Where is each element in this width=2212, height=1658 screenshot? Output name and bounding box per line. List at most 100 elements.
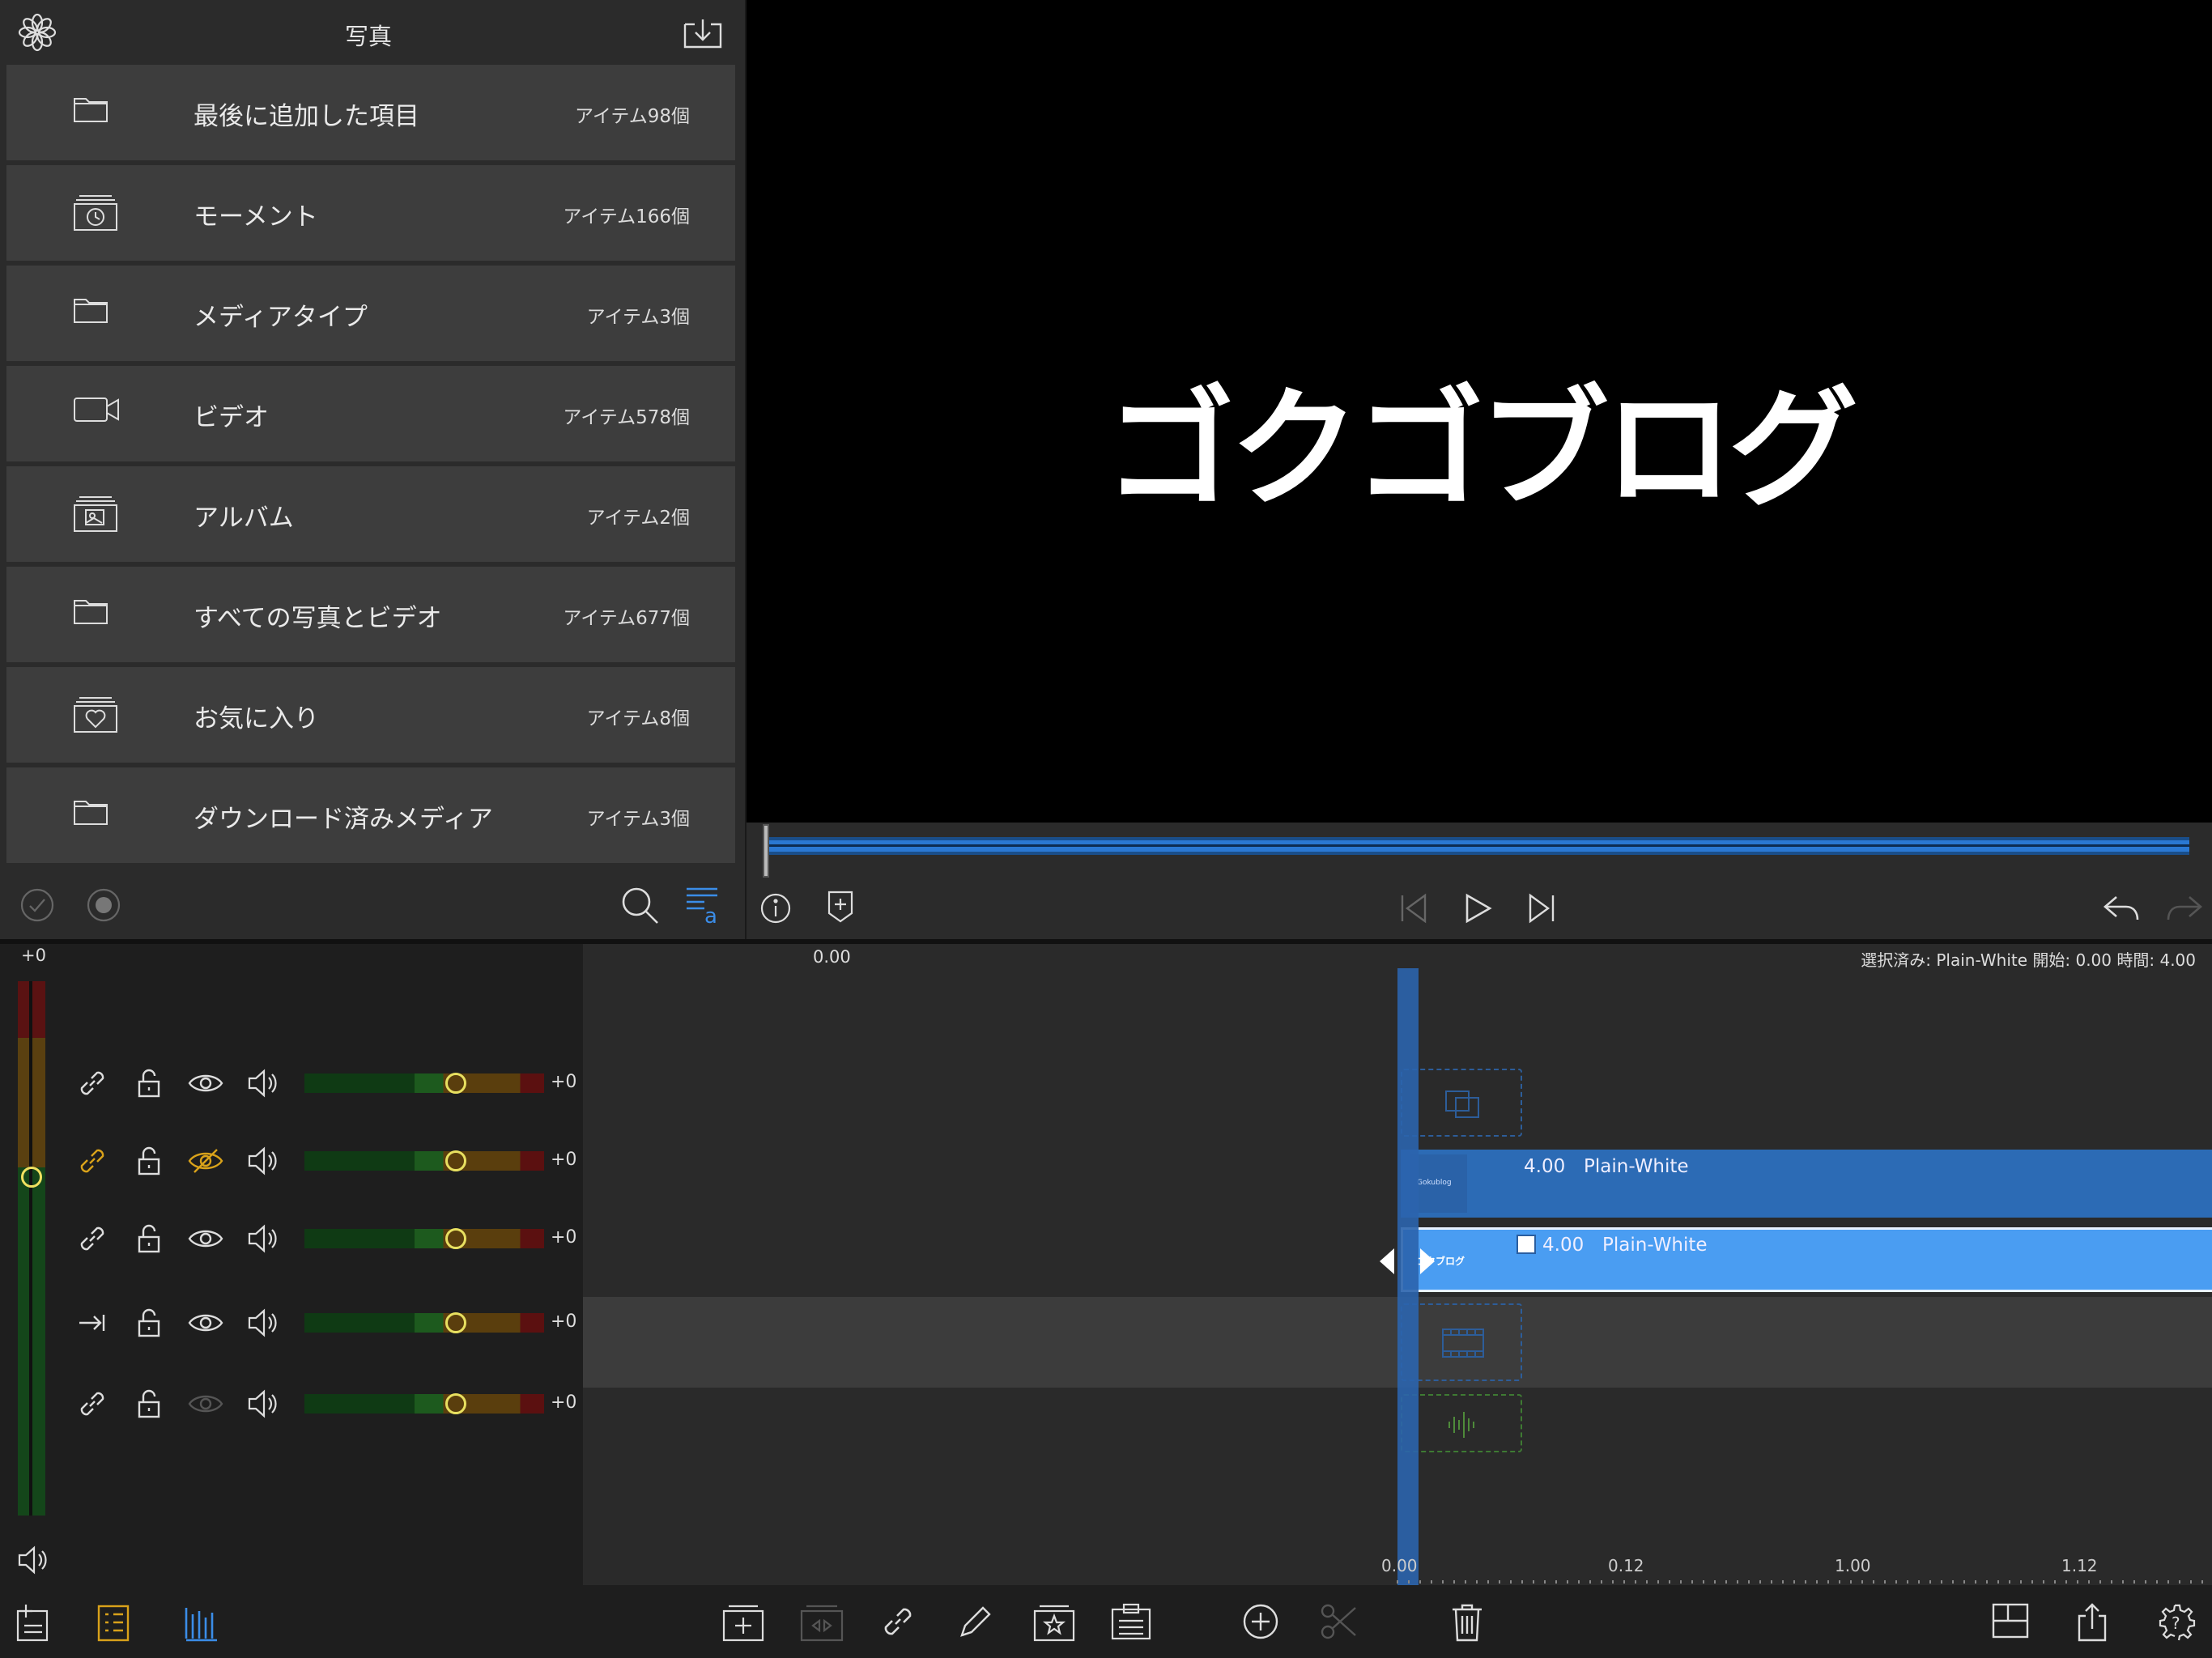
clipboard-icon[interactable]: [1111, 1603, 1151, 1643]
trim-handle-left-icon[interactable]: [1378, 1247, 1396, 1276]
speaker-icon[interactable]: [246, 1067, 279, 1099]
scrubber-playhead[interactable]: [763, 824, 769, 878]
track-volume-slider[interactable]: [304, 1073, 544, 1093]
media-item-count: アイテム578個: [563, 407, 690, 428]
media-list-item[interactable]: すべての写真とビデオ アイテム677個: [6, 567, 735, 662]
preview-title-text: ゴクゴブログ: [1104, 373, 1858, 525]
visibility-eye-icon[interactable]: [188, 1307, 223, 1339]
link-icon[interactable]: [76, 1388, 108, 1420]
share-icon[interactable]: [2076, 1603, 2116, 1643]
search-icon[interactable]: [620, 886, 661, 926]
track-volume-slider[interactable]: [304, 1394, 544, 1414]
media-list-item[interactable]: 最後に追加した項目 アイテム98個: [6, 65, 735, 160]
track-volume-knob[interactable]: [445, 1312, 466, 1333]
add-marker-icon[interactable]: [826, 891, 855, 923]
scrubber-bar[interactable]: [747, 823, 2212, 879]
visibility-eye-icon[interactable]: [188, 1067, 223, 1099]
svg-text:a: a: [704, 904, 717, 929]
scrubber-track[interactable]: [764, 837, 2189, 855]
media-list-item[interactable]: ビデオ アイテム578個: [6, 366, 735, 461]
visibility-eye-icon[interactable]: [188, 1145, 223, 1177]
album-icon: [73, 495, 128, 534]
track-list-icon[interactable]: [97, 1603, 138, 1643]
edit-pencil-icon[interactable]: [957, 1603, 998, 1643]
add-clip-icon[interactable]: [722, 1603, 764, 1643]
master-audio-meter[interactable]: [18, 981, 45, 1516]
layout-icon[interactable]: [1992, 1603, 2032, 1643]
media-item-label: ダウンロード済みメディア: [194, 805, 493, 834]
speaker-icon[interactable]: [246, 1388, 279, 1420]
audio-placeholder[interactable]: [1401, 1394, 1522, 1452]
media-item-count: アイテム2個: [586, 508, 690, 529]
track-volume-slider[interactable]: [304, 1229, 544, 1248]
track-volume-value: +0: [551, 1072, 577, 1092]
link-icon[interactable]: [76, 1067, 108, 1099]
timeline-playhead[interactable]: [1397, 968, 1419, 1585]
track-header-row: +0: [73, 1218, 583, 1258]
skip-to-end-icon[interactable]: [1527, 892, 1556, 925]
split-scissors-icon[interactable]: [1320, 1603, 1360, 1643]
master-volume-knob[interactable]: [21, 1167, 42, 1188]
media-list-item[interactable]: お気に入り アイテム8個: [6, 667, 735, 763]
new-project-icon[interactable]: [15, 1603, 55, 1643]
lock-icon[interactable]: [133, 1307, 165, 1339]
track-volume-knob[interactable]: [445, 1393, 466, 1414]
media-item-count: アイテム677個: [563, 608, 690, 629]
lock-icon[interactable]: [133, 1067, 165, 1099]
media-item-label: メディアタイプ: [194, 303, 368, 332]
transition-icon[interactable]: [800, 1603, 844, 1643]
speaker-icon[interactable]: [246, 1222, 279, 1255]
arrow-to-line-icon[interactable]: [76, 1307, 108, 1339]
trash-icon[interactable]: [1451, 1603, 1491, 1643]
overlay-placeholder[interactable]: [1401, 1069, 1522, 1137]
track-header-row: +0: [73, 1062, 583, 1103]
folder-icon: [73, 797, 128, 835]
import-download-icon[interactable]: [682, 16, 724, 50]
trim-handle-right-icon[interactable]: [1419, 1247, 1436, 1276]
track-volume-slider[interactable]: [304, 1313, 544, 1333]
undo-icon[interactable]: [2102, 894, 2141, 923]
visibility-eye-icon[interactable]: [188, 1222, 223, 1255]
visibility-eye-icon[interactable]: [188, 1388, 223, 1420]
track-volume-knob[interactable]: [445, 1228, 466, 1249]
media-list-item[interactable]: モーメント アイテム166個: [6, 165, 735, 261]
record-icon[interactable]: [86, 887, 121, 923]
folder-icon: [73, 295, 128, 334]
track-volume-knob[interactable]: [445, 1150, 466, 1171]
sort-text-icon[interactable]: a: [685, 886, 722, 929]
title-clip-plain-white-2-selected[interactable]: ゴクブログ 4.00 Plain-White: [1401, 1227, 2212, 1292]
master-volume-value: +0: [21, 946, 46, 965]
link-clip-icon[interactable]: [879, 1603, 920, 1643]
media-list-item[interactable]: アルバム アイテム2個: [6, 466, 735, 562]
timeline-area[interactable]: Gokublog 4.00 Plain-White ゴクブログ 4.00 Pla…: [583, 944, 2212, 1585]
clip-thumb-text: Gokublog: [1417, 1179, 1452, 1187]
media-list-item[interactable]: ダウンロード済みメディア アイテム3個: [6, 767, 735, 863]
track-header-row: +0: [73, 1140, 583, 1180]
info-icon[interactable]: [759, 892, 792, 925]
media-item-count: アイテム166個: [563, 206, 690, 227]
select-check-icon[interactable]: [19, 887, 55, 923]
master-speaker-icon[interactable]: [16, 1545, 49, 1575]
audio-meters-icon[interactable]: [183, 1603, 223, 1643]
skip-to-start-icon[interactable]: [1399, 892, 1428, 925]
link-icon-active[interactable]: [76, 1145, 108, 1177]
redo-icon[interactable]: [2165, 894, 2204, 923]
track-volume-knob[interactable]: [445, 1073, 466, 1094]
media-item-count: アイテム3個: [586, 307, 690, 328]
video-preview[interactable]: ゴクゴブログ: [747, 0, 2212, 823]
lock-icon[interactable]: [133, 1388, 165, 1420]
speaker-icon[interactable]: [246, 1145, 279, 1177]
settings-gear-icon[interactable]: ?: [2159, 1603, 2199, 1643]
lock-icon[interactable]: [133, 1222, 165, 1255]
favorite-clip-icon[interactable]: [1033, 1603, 1075, 1643]
media-list-item[interactable]: メディアタイプ アイテム3個: [6, 266, 735, 361]
play-icon[interactable]: [1464, 892, 1493, 925]
lock-icon[interactable]: [133, 1145, 165, 1177]
track-volume-slider[interactable]: [304, 1151, 544, 1171]
timeline-ruler[interactable]: 0.00 0.12 1.00 1.12: [583, 1546, 2212, 1585]
add-circle-icon[interactable]: [1242, 1603, 1283, 1643]
speaker-icon[interactable]: [246, 1307, 279, 1339]
video-placeholder[interactable]: [1401, 1303, 1522, 1381]
link-icon[interactable]: [76, 1222, 108, 1255]
title-clip-plain-white-1[interactable]: Gokublog 4.00 Plain-White: [1401, 1150, 2212, 1218]
